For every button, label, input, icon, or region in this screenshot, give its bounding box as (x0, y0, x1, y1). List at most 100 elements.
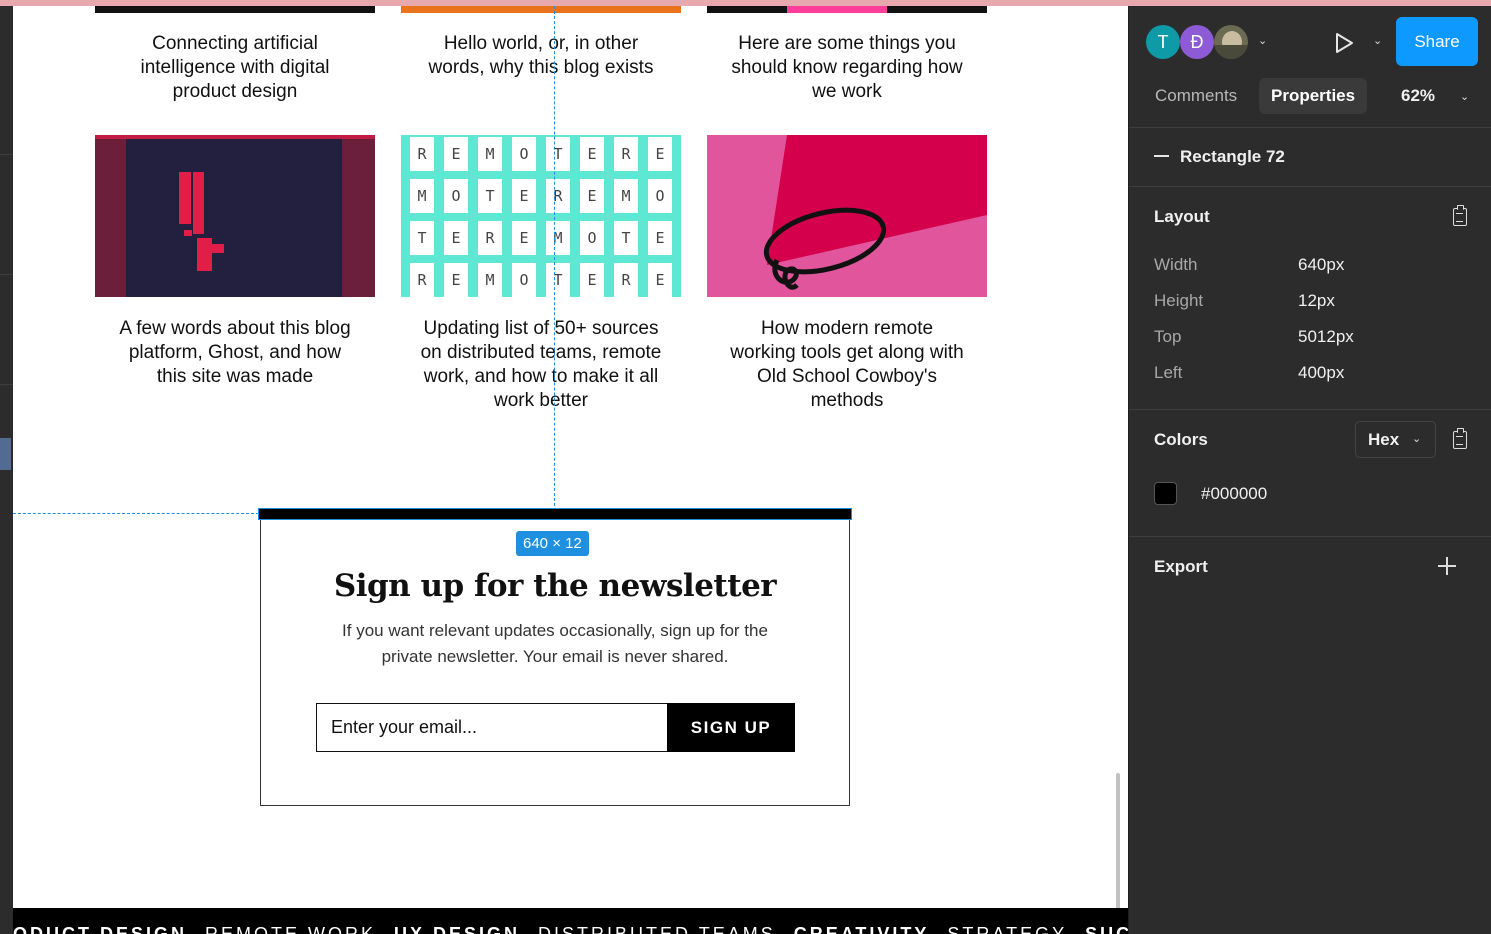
post-thumbnail-ai[interactable] (95, 6, 375, 13)
letter-tile: R (410, 137, 434, 171)
sign-up-button[interactable]: SIGN UP (667, 703, 795, 752)
post-title-line: product design (172, 81, 298, 102)
post-title-ghost[interactable]: A few words about this blog platform, Gh… (85, 317, 385, 389)
layout-section-title: Layout (1154, 207, 1210, 226)
letter-tile: M (478, 137, 502, 171)
letter-tile: E (512, 221, 536, 255)
properties-panel: T Đ ⌄ ⌄ Share Comments Properties 62% ⌄ … (1128, 6, 1491, 934)
height-value[interactable]: 12px (1298, 291, 1335, 311)
post-title-line: this site was made (156, 366, 314, 387)
post-thumbnail-remote-sources[interactable]: REMOTEREMOTEREMOTEREMOTEREMOTERE (401, 135, 681, 297)
letter-tile: E (580, 179, 604, 213)
design-canvas[interactable]: Connecting artificial intelligence with … (13, 6, 1128, 934)
cowboy-illustration (763, 135, 987, 290)
share-button[interactable]: Share (1396, 17, 1478, 66)
app-window: Connecting artificial intelligence with … (0, 6, 1491, 934)
letter-tile: O (648, 179, 672, 213)
letter-tile: M (614, 179, 638, 213)
letter-tile: E (648, 221, 672, 255)
letter-tile: T (614, 221, 638, 255)
post-title-line: methods (810, 390, 884, 411)
horizontal-measure-guide (13, 513, 259, 514)
post-title-line: on distributed teams, remote (420, 342, 662, 363)
letter-tile: E (444, 263, 468, 297)
newsletter-description-line: private newsletter. Your email is never … (381, 647, 729, 666)
layer-type-icon (1154, 155, 1169, 157)
letter-tile: T (546, 263, 570, 297)
post-title-line: work, and how to make it all (423, 366, 659, 387)
post-title-line: intelligence with digital (140, 57, 330, 78)
newsletter-description: If you want relevant updates occasionall… (301, 618, 809, 670)
play-icon[interactable] (1334, 32, 1354, 59)
letter-tile: O (444, 179, 468, 213)
left-sidebar-strip (0, 6, 13, 934)
ticker-item: UX DESIGN (394, 924, 521, 934)
add-export-icon[interactable] (1438, 557, 1456, 575)
avatar-photo[interactable] (1214, 25, 1248, 59)
letter-tile: R (410, 263, 434, 297)
post-title-cowboy[interactable]: How modern remote working tools get alon… (697, 317, 997, 413)
left-value[interactable]: 400px (1298, 363, 1344, 383)
chevron-down-icon[interactable]: ⌄ (1460, 90, 1469, 103)
post-title-line: Connecting artificial (152, 33, 318, 54)
letter-tile: E (580, 137, 604, 171)
post-thumbnail-cowboy[interactable] (707, 135, 987, 297)
letter-tile: R (614, 263, 638, 297)
post-title-line: How modern remote (760, 318, 934, 339)
tab-comments[interactable]: Comments (1143, 78, 1249, 114)
letter-tile: E (512, 179, 536, 213)
tab-properties[interactable]: Properties (1259, 78, 1368, 114)
ticker-text: ODUCT DESIGN REMOTE WORK UX DESIGN DISTRIBU… (13, 924, 1128, 934)
copy-colors-icon[interactable] (1453, 428, 1467, 449)
letter-tile: R (546, 179, 570, 213)
color-format-label: Hex (1368, 430, 1400, 449)
copy-layout-icon[interactable] (1453, 205, 1467, 226)
width-label: Width (1154, 255, 1198, 274)
letter-tile: M (546, 221, 570, 255)
ticker-item: ODUCT DESIGN (13, 924, 188, 934)
letter-tile: M (410, 179, 434, 213)
letter-tile: E (444, 221, 468, 255)
post-thumbnail-hello-world[interactable] (401, 6, 681, 13)
size-badge: 640 × 12 (516, 531, 589, 556)
letter-tile: O (512, 137, 536, 171)
colors-section-title: Colors (1154, 430, 1208, 449)
post-title-hello-world[interactable]: Hello world, or, in other words, why thi… (391, 32, 691, 80)
left-strip-selection (0, 438, 11, 470)
chevron-down-icon[interactable]: ⌄ (1258, 34, 1267, 47)
post-thumbnail-things-to-know[interactable] (707, 6, 987, 13)
selected-rectangle-72[interactable] (258, 508, 852, 520)
post-thumbnail-ghost[interactable] (95, 135, 375, 297)
height-label: Height (1154, 291, 1204, 310)
newsletter-description-line: If you want relevant updates occasionall… (342, 621, 768, 640)
left-label: Left (1154, 363, 1183, 382)
color-swatch[interactable] (1154, 482, 1177, 505)
canvas-scrollbar[interactable] (1116, 773, 1120, 911)
vertical-measure-guide (554, 6, 555, 506)
post-title-line: work better (494, 390, 588, 411)
post-title-line: should know regarding how (731, 57, 963, 78)
zoom-level[interactable]: 62% (1401, 86, 1435, 106)
top-value[interactable]: 5012px (1298, 327, 1354, 347)
post-title-ai[interactable]: Connecting artificial intelligence with … (85, 32, 385, 104)
letter-tile: T (410, 221, 434, 255)
color-value[interactable]: #000000 (1201, 484, 1267, 504)
email-input[interactable]: Enter your email... (316, 703, 668, 752)
letter-tile: T (546, 137, 570, 171)
letter-tile: O (580, 221, 604, 255)
chevron-down-icon[interactable]: ⌄ (1373, 34, 1382, 47)
post-title-line: Updating list of 50+ sources (423, 318, 659, 339)
avatar[interactable]: T (1146, 25, 1180, 59)
ticker-item: REMOTE WORK (205, 924, 377, 934)
post-title-line: we work (812, 81, 882, 102)
top-label: Top (1154, 327, 1182, 346)
width-value[interactable]: 640px (1298, 255, 1344, 275)
export-section-title: Export (1154, 557, 1208, 576)
avatar[interactable]: Đ (1180, 25, 1214, 59)
post-title-line: platform, Ghost, and how (128, 342, 342, 363)
post-title-line: Old School Cowboy's (757, 366, 937, 387)
color-format-select[interactable]: Hex ⌄ (1355, 421, 1436, 458)
ticker-item: CREATIVITY (793, 924, 930, 934)
post-title-remote-sources[interactable]: Updating list of 50+ sources on distribu… (391, 317, 691, 413)
post-title-things-to-know[interactable]: Here are some things you should know reg… (697, 32, 997, 104)
